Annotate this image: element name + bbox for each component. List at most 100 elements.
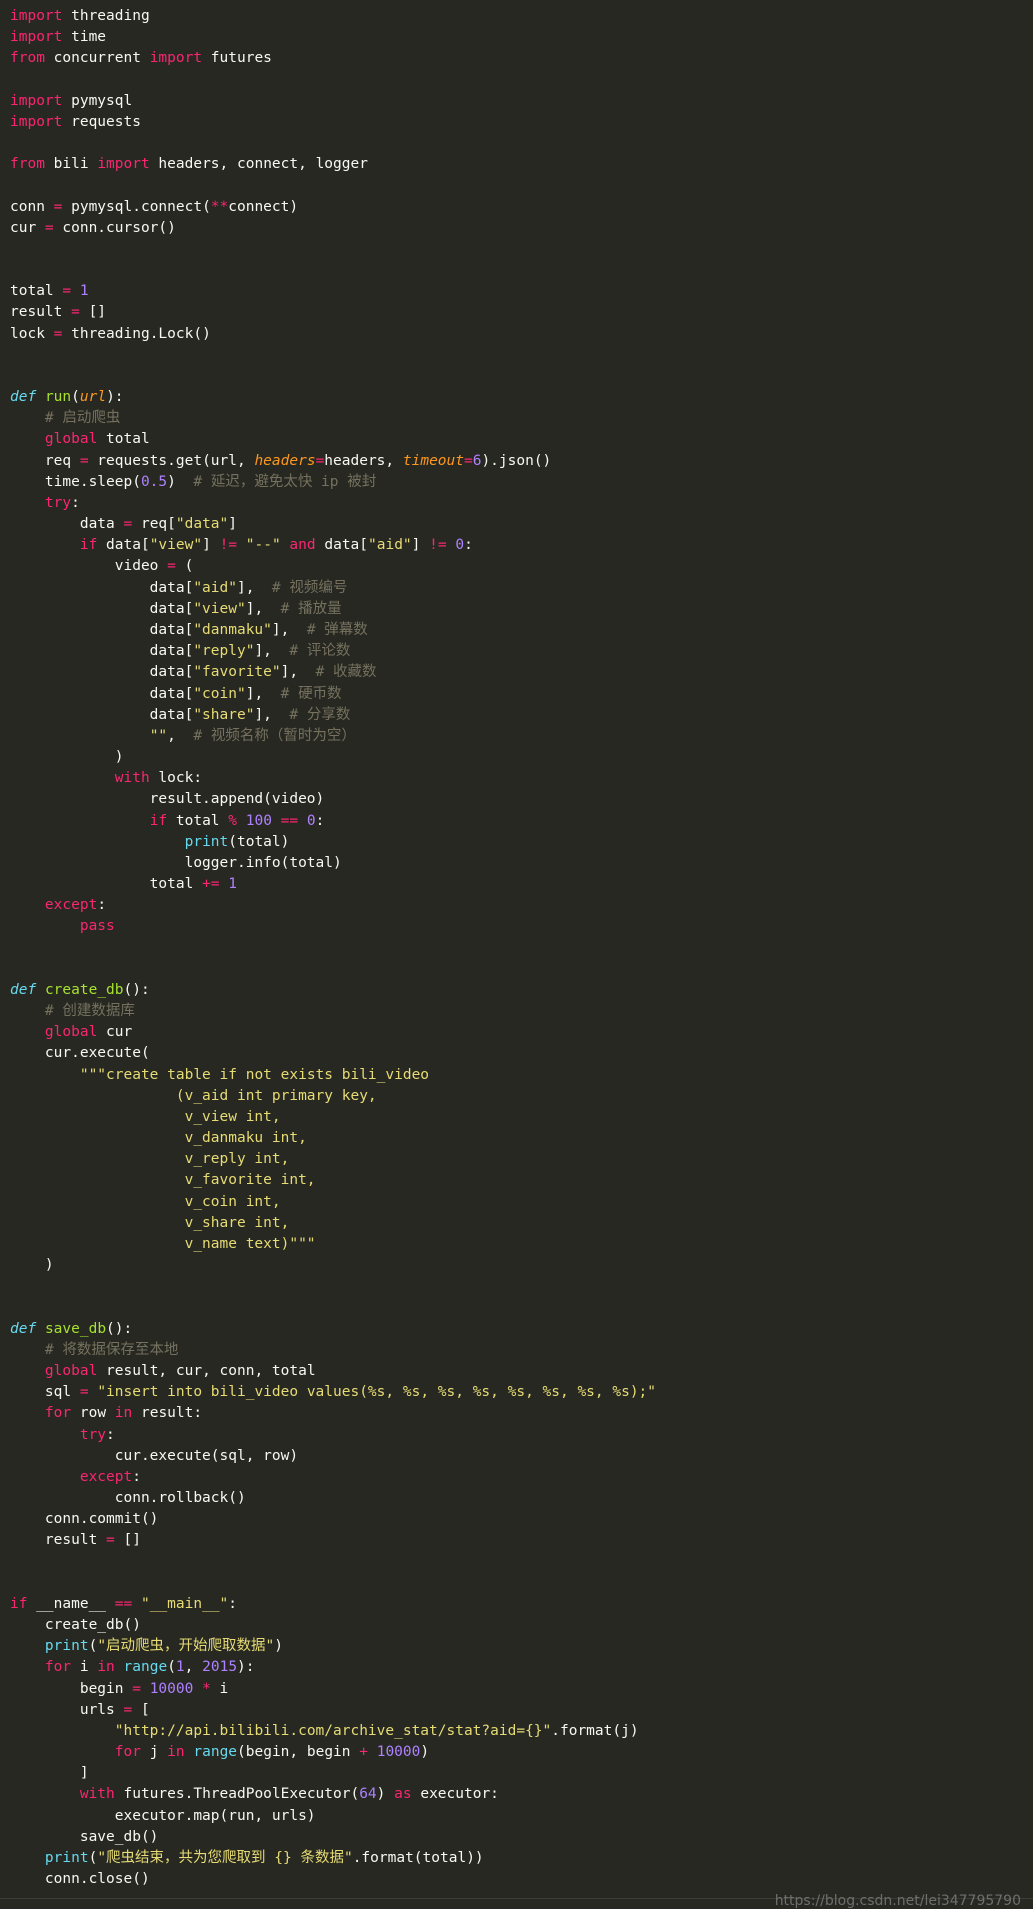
code-line[interactable]: result.append(video)	[10, 789, 1033, 810]
code-line[interactable]: print("启动爬虫，开始爬取数据")	[10, 1636, 1033, 1657]
code-line[interactable]: if total % 100 == 0:	[10, 811, 1033, 832]
code-token: (total)	[228, 833, 290, 850]
code-line[interactable]: data["aid"], # 视频编号	[10, 578, 1033, 599]
code-line[interactable]: v_reply int,	[10, 1149, 1033, 1170]
code-line[interactable]: time.sleep(0.5) # 延迟，避免太快 ip 被封	[10, 472, 1033, 493]
code-line[interactable]: req = requests.get(url, headers=headers,…	[10, 451, 1033, 472]
code-line[interactable]: conn = pymysql.connect(**connect)	[10, 197, 1033, 218]
code-line[interactable]: )	[10, 747, 1033, 768]
code-line[interactable]: data = req["data"]	[10, 514, 1033, 535]
code-line[interactable]: with futures.ThreadPoolExecutor(64) as e…	[10, 1784, 1033, 1805]
code-area[interactable]: import threading import time from concurre…	[10, 6, 1033, 1890]
code-line[interactable]: result = []	[10, 302, 1033, 323]
code-line[interactable]: sql = "insert into bili_video values(%s,…	[10, 1382, 1033, 1403]
code-line[interactable]: import time	[10, 27, 1033, 48]
code-line[interactable]: from concurrent import futures	[10, 48, 1033, 69]
code-line[interactable]: urls = [	[10, 1700, 1033, 1721]
code-line[interactable]: # 创建数据库	[10, 1001, 1033, 1022]
code-line[interactable]	[10, 1573, 1033, 1594]
code-line[interactable]: data["view"], # 播放量	[10, 599, 1033, 620]
code-token: ,	[184, 1659, 203, 1676]
code-line[interactable]: conn.commit()	[10, 1509, 1033, 1530]
code-line[interactable]: v_name text)"""	[10, 1234, 1033, 1255]
code-token: (v_aid int primary key,	[10, 1087, 377, 1104]
code-line[interactable]: # 启动爬虫	[10, 408, 1033, 429]
code-line[interactable]: global total	[10, 429, 1033, 450]
code-line[interactable]: v_danmaku int,	[10, 1128, 1033, 1149]
code-line[interactable]: except:	[10, 1467, 1033, 1488]
code-line[interactable]: def create_db():	[10, 980, 1033, 1001]
code-line[interactable]: print("爬虫结束，共为您爬取到 {} 条数据".format(total)…	[10, 1848, 1033, 1869]
code-line[interactable]: cur.execute(	[10, 1043, 1033, 1064]
code-line[interactable]: except:	[10, 895, 1033, 916]
code-line[interactable]: "http://api.bilibili.com/archive_stat/st…	[10, 1721, 1033, 1742]
code-line[interactable]: def save_db():	[10, 1319, 1033, 1340]
code-line[interactable]: lock = threading.Lock()	[10, 324, 1033, 345]
code-line[interactable]: create_db()	[10, 1615, 1033, 1636]
code-line[interactable]: logger.info(total)	[10, 853, 1033, 874]
code-line[interactable]: v_share int,	[10, 1213, 1033, 1234]
code-line[interactable]: def run(url):	[10, 387, 1033, 408]
code-line[interactable]	[10, 1552, 1033, 1573]
code-token: (	[88, 1638, 98, 1655]
code-line[interactable]	[10, 1276, 1033, 1297]
code-line[interactable]: data["share"], # 分享数	[10, 705, 1033, 726]
code-line[interactable]: v_favorite int,	[10, 1170, 1033, 1191]
code-line[interactable]	[10, 133, 1033, 154]
code-line[interactable]: for row in result:	[10, 1403, 1033, 1424]
code-line[interactable]: total += 1	[10, 874, 1033, 895]
code-line[interactable]: for i in range(1, 2015):	[10, 1657, 1033, 1678]
code-line[interactable]: cur = conn.cursor()	[10, 218, 1033, 239]
code-line[interactable]	[10, 959, 1033, 980]
code-line[interactable]	[10, 239, 1033, 260]
code-line[interactable]: print(total)	[10, 832, 1033, 853]
code-line[interactable]	[10, 70, 1033, 91]
code-line[interactable]: )	[10, 1255, 1033, 1276]
code-line[interactable]: v_coin int,	[10, 1192, 1033, 1213]
code-line[interactable]	[10, 366, 1033, 387]
code-line[interactable]: """create table if not exists bili_video	[10, 1065, 1033, 1086]
code-line[interactable]: # 将数据保存至本地	[10, 1340, 1033, 1361]
code-line[interactable]: import threading	[10, 6, 1033, 27]
code-line[interactable]: cur.execute(sql, row)	[10, 1446, 1033, 1467]
code-line[interactable]: data["reply"], # 评论数	[10, 641, 1033, 662]
code-token: # 视频编号	[271, 579, 348, 596]
code-line[interactable]	[10, 175, 1033, 196]
code-line[interactable]: data["favorite"], # 收藏数	[10, 662, 1033, 683]
code-line[interactable]	[10, 1297, 1033, 1318]
code-line[interactable]: save_db()	[10, 1827, 1033, 1848]
code-line[interactable]: video = (	[10, 556, 1033, 577]
code-editor[interactable]: import threading import time from concurre…	[0, 0, 1033, 1909]
code-line[interactable]: result = []	[10, 1530, 1033, 1551]
code-line[interactable]: total = 1	[10, 281, 1033, 302]
code-line[interactable]: conn.rollback()	[10, 1488, 1033, 1509]
code-line[interactable]	[10, 260, 1033, 281]
code-line[interactable]: data["danmaku"], # 弹幕数	[10, 620, 1033, 641]
code-line[interactable]: begin = 10000 * i	[10, 1679, 1033, 1700]
code-line[interactable]: with lock:	[10, 768, 1033, 789]
code-line[interactable]: pass	[10, 916, 1033, 937]
code-line[interactable]: executor.map(run, urls)	[10, 1806, 1033, 1827]
code-line[interactable]: ]	[10, 1763, 1033, 1784]
code-line[interactable]: conn.close()	[10, 1869, 1033, 1890]
code-line[interactable]: global result, cur, conn, total	[10, 1361, 1033, 1382]
code-line[interactable]: import requests	[10, 112, 1033, 133]
code-line[interactable]: data["coin"], # 硬币数	[10, 684, 1033, 705]
code-line[interactable]	[10, 345, 1033, 366]
code-token: try	[79, 1426, 107, 1443]
code-line[interactable]: try:	[10, 1425, 1033, 1446]
code-line[interactable]: v_view int,	[10, 1107, 1033, 1128]
code-token: =	[44, 219, 54, 236]
code-line[interactable]	[10, 938, 1033, 959]
code-line[interactable]: if data["view"] != "--" and data["aid"] …	[10, 535, 1033, 556]
code-line[interactable]: global cur	[10, 1022, 1033, 1043]
code-line[interactable]: import pymysql	[10, 91, 1033, 112]
code-line[interactable]: "", # 视频名称（暂时为空）	[10, 726, 1033, 747]
code-line[interactable]: if __name__ == "__main__":	[10, 1594, 1033, 1615]
code-line[interactable]: for j in range(begin, begin + 10000)	[10, 1742, 1033, 1763]
code-line[interactable]: from bili import headers, connect, logge…	[10, 154, 1033, 175]
code-line[interactable]: try:	[10, 493, 1033, 514]
code-line[interactable]: (v_aid int primary key,	[10, 1086, 1033, 1107]
